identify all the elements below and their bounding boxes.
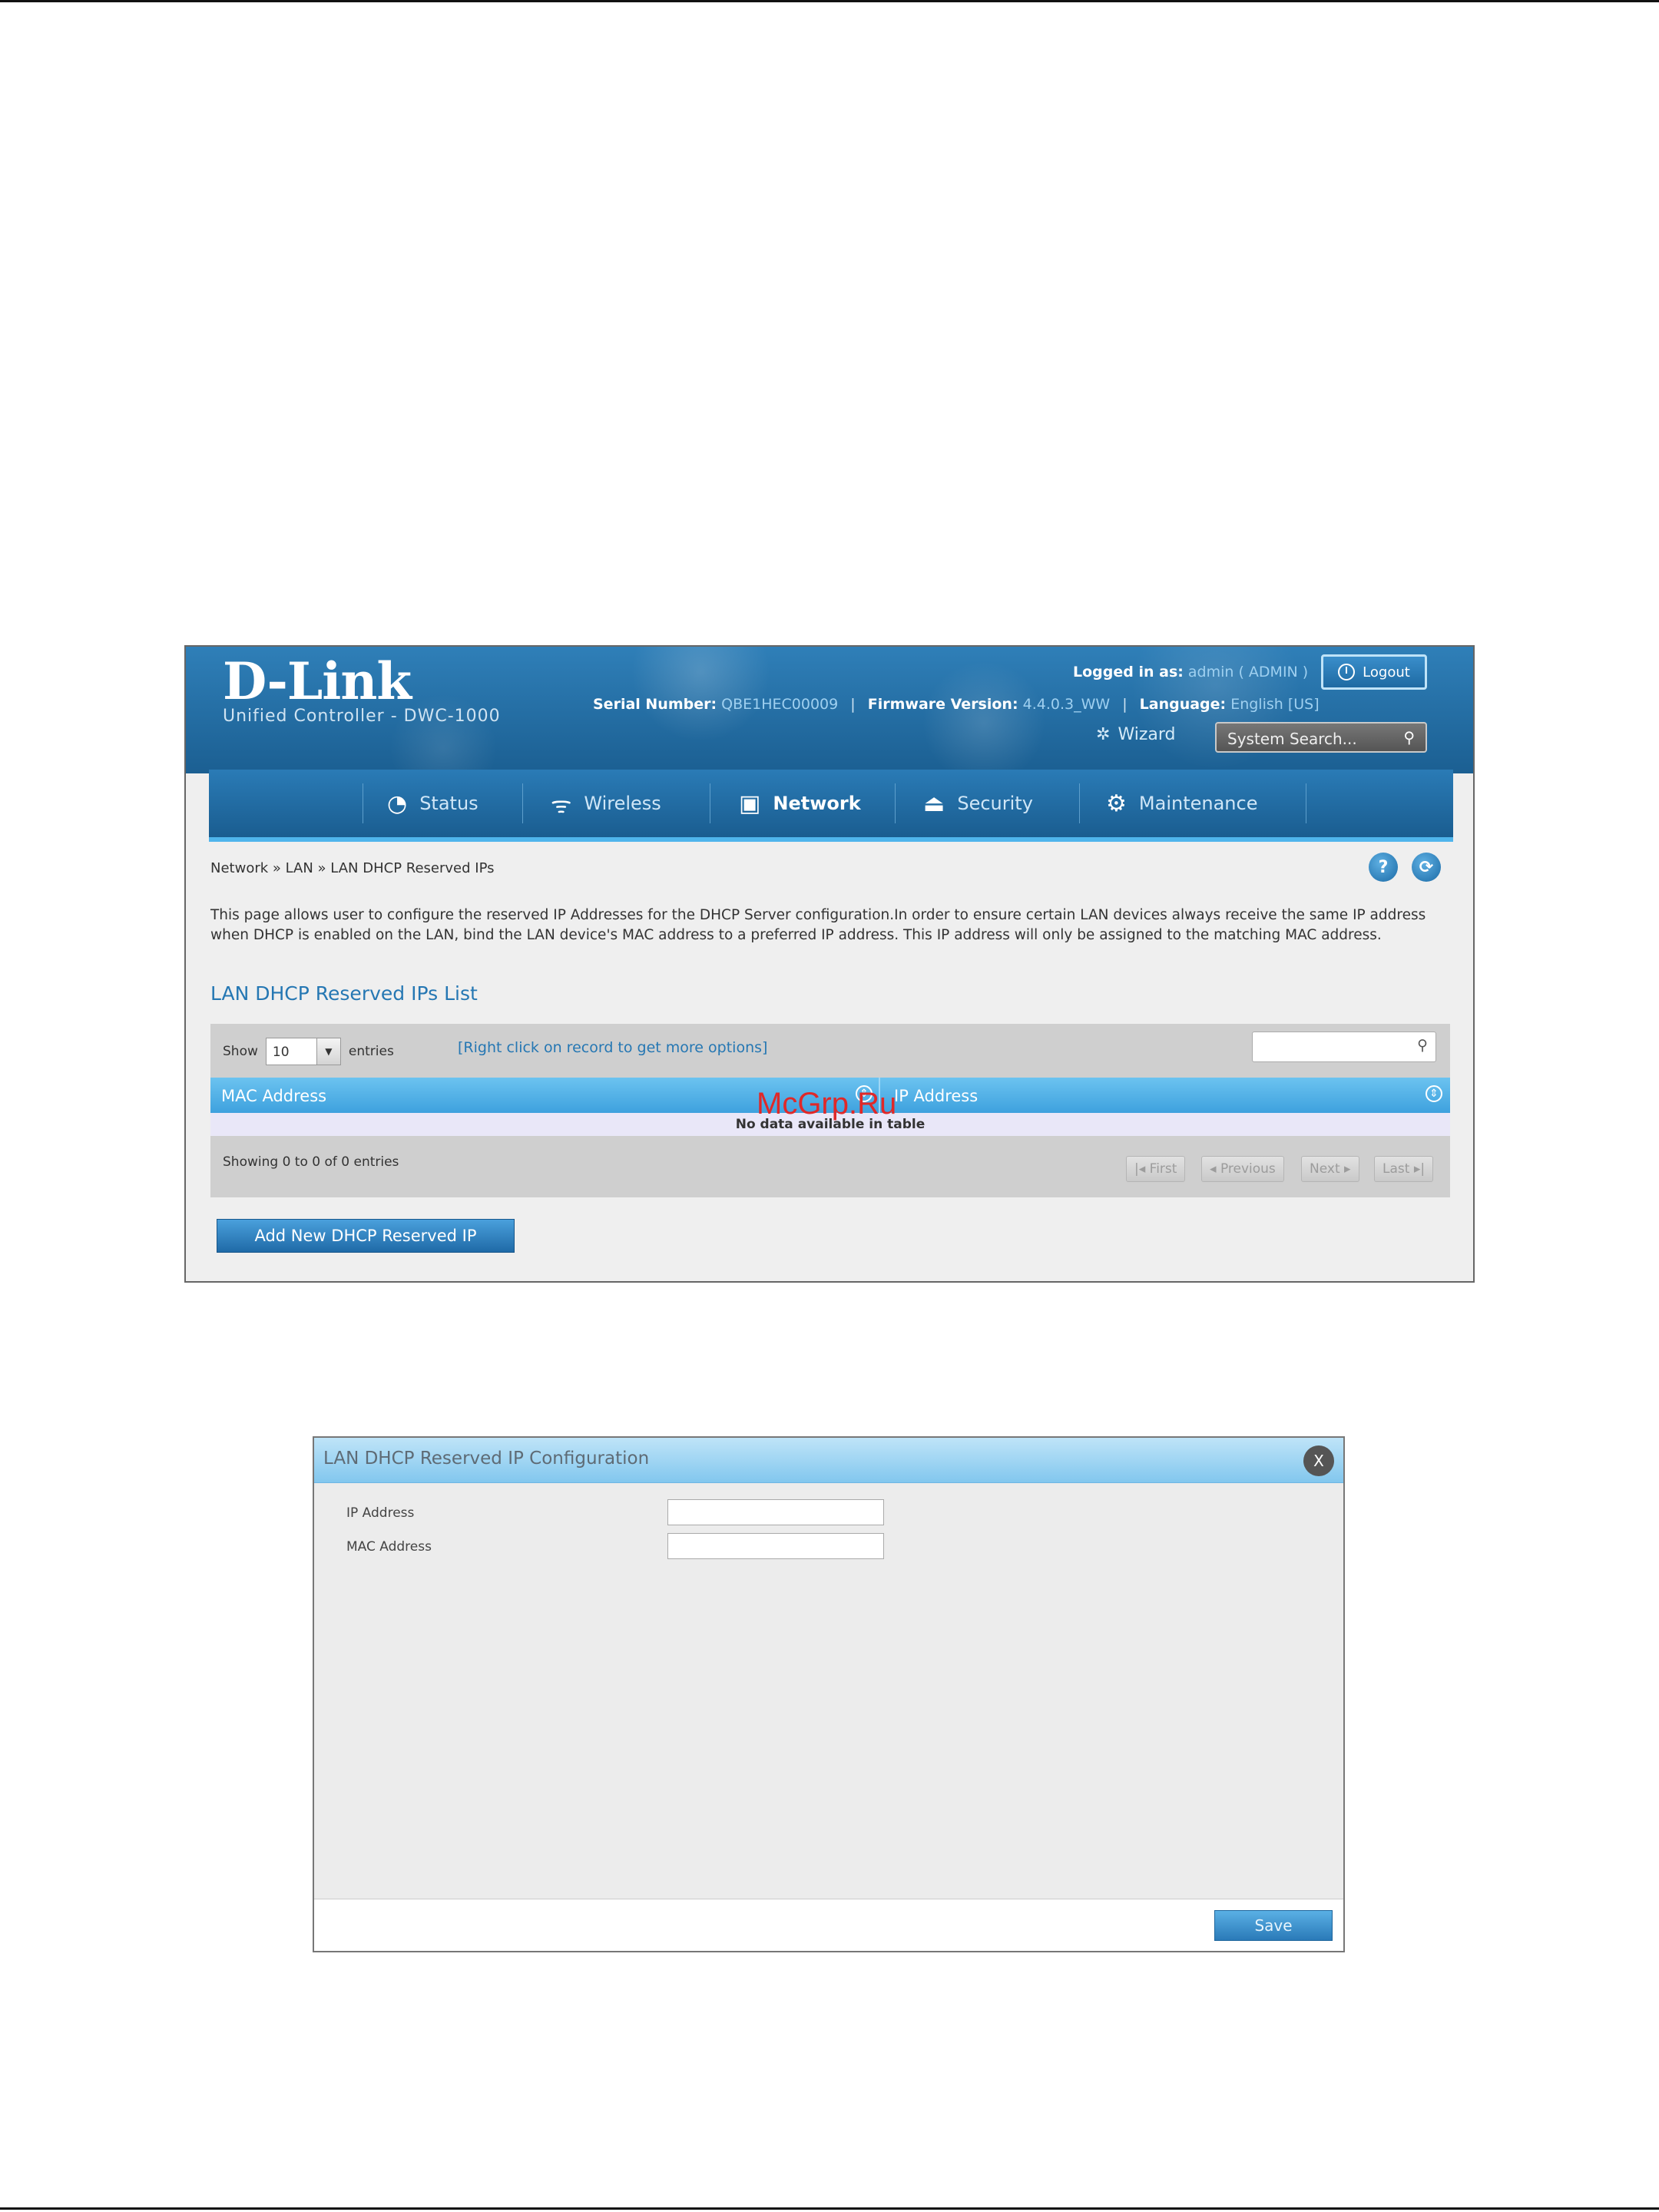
close-button[interactable]: X (1303, 1445, 1334, 1476)
serial-value: QBE1HEC00009 (721, 696, 839, 713)
nav-status[interactable]: ◔ Status (387, 770, 478, 837)
refresh-button[interactable]: ⟳ (1412, 853, 1441, 882)
save-button[interactable]: Save (1214, 1910, 1333, 1941)
watermark: McGrp.Ru (757, 1087, 897, 1121)
close-icon: X (1313, 1452, 1324, 1470)
controller-model: Unified Controller - DWC-1000 (223, 707, 501, 726)
wizard-label: Wizard (1118, 725, 1176, 744)
system-search-input[interactable]: System Search... ⚲ (1215, 722, 1427, 753)
logout-button[interactable]: Logout (1321, 654, 1427, 690)
mac-address-label: MAC Address (346, 1539, 432, 1555)
showing-info: Showing 0 to 0 of 0 entries (223, 1154, 399, 1170)
bottom-rule (0, 2207, 1659, 2210)
table-search-input[interactable]: ⚲ (1252, 1031, 1436, 1062)
logout-label: Logout (1363, 664, 1410, 680)
logged-in-user[interactable]: admin ( ADMIN ) (1188, 664, 1308, 680)
nav-network[interactable]: ▣ Network (739, 770, 861, 837)
col-ip-address[interactable]: IP Address (894, 1087, 978, 1105)
nav-maintenance[interactable]: ⚙ Maintenance (1106, 770, 1257, 837)
dhcp-reserved-config-dialog: LAN DHCP Reserved IP Configuration X IP … (313, 1436, 1345, 1952)
help-icon: ? (1378, 857, 1389, 877)
page-header: D-Link Unified Controller - DWC-1000 Log… (186, 647, 1473, 773)
dhcp-reserved-list-screenshot: D-Link Unified Controller - DWC-1000 Log… (184, 645, 1475, 1283)
logged-in-label: Logged in as: (1073, 664, 1184, 680)
show-entries: Show 10 ▼ entries (223, 1038, 394, 1065)
list-title: LAN DHCP Reserved IPs List (210, 982, 478, 1005)
device-info: Serial Number: QBE1HEC00009 | Firmware V… (593, 696, 1320, 713)
nav-wireless-label: Wireless (584, 793, 661, 814)
gear-icon: ⚙ (1106, 790, 1127, 817)
ip-address-label: IP Address (346, 1505, 415, 1521)
dialog-header: LAN DHCP Reserved IP Configuration X (314, 1438, 1343, 1483)
language-select[interactable]: English [US] (1230, 696, 1319, 713)
dlink-logo: D-Link (223, 651, 412, 711)
nav-security[interactable]: ⏏ Security (923, 770, 1033, 837)
network-icon: ▣ (739, 790, 761, 817)
next-page-button[interactable]: Next ▸ (1301, 1156, 1359, 1182)
search-icon: ⚲ (1403, 728, 1415, 747)
previous-page-button[interactable]: ◂ Previous (1201, 1156, 1284, 1182)
refresh-icon: ⟳ (1419, 857, 1434, 877)
right-click-hint: [Right click on record to get more optio… (458, 1039, 768, 1056)
language-label: Language: (1139, 696, 1227, 713)
mac-address-input[interactable] (667, 1533, 884, 1559)
last-page-button[interactable]: Last ▸| (1374, 1156, 1434, 1182)
serial-label: Serial Number: (593, 696, 717, 713)
power-icon (1338, 664, 1356, 680)
sort-icon[interactable]: ⇕ (1426, 1085, 1442, 1102)
search-icon: ⚲ (1417, 1037, 1428, 1054)
wizard-link[interactable]: ✲ Wizard (1096, 725, 1175, 744)
dialog-title: LAN DHCP Reserved IP Configuration (323, 1449, 650, 1469)
chevron-down-icon: ▼ (316, 1038, 340, 1065)
add-dhcp-reserved-ip-button[interactable]: Add New DHCP Reserved IP (217, 1219, 515, 1253)
dashboard-icon: ◔ (387, 790, 408, 817)
col-mac-address[interactable]: MAC Address (221, 1087, 326, 1105)
nav-maintenance-label: Maintenance (1138, 793, 1258, 814)
show-label: Show (223, 1044, 258, 1059)
top-rule (0, 0, 1659, 2)
firmware-value: 4.4.0.3_WW (1022, 696, 1111, 713)
entries-label: entries (348, 1044, 394, 1059)
wand-icon: ✲ (1096, 725, 1111, 744)
nav-network-label: Network (773, 793, 861, 814)
nav-wireless[interactable]: ᯤ Wireless (551, 770, 661, 837)
page-description: This page allows user to configure the r… (210, 907, 1426, 943)
breadcrumb: Network » LAN » LAN DHCP Reserved IPs (210, 860, 495, 876)
dialog-footer: Save (314, 1899, 1343, 1951)
system-search-placeholder: System Search... (1227, 730, 1357, 748)
lock-icon: ⏏ (923, 790, 945, 817)
logged-in-info: Logged in as: admin ( ADMIN ) (1073, 664, 1308, 680)
wifi-icon: ᯤ (551, 791, 572, 819)
nav-security-label: Security (957, 793, 1033, 814)
nav-status-label: Status (419, 793, 478, 814)
entries-value: 10 (272, 1045, 290, 1060)
entries-select[interactable]: 10 ▼ (265, 1038, 341, 1065)
main-nav: ◔ Status ᯤ Wireless ▣ Network ⏏ Security… (209, 770, 1453, 842)
firmware-label: Firmware Version: (867, 696, 1018, 713)
help-button[interactable]: ? (1369, 853, 1398, 882)
first-page-button[interactable]: |◂ First (1126, 1156, 1186, 1182)
ip-address-input[interactable] (667, 1499, 884, 1525)
